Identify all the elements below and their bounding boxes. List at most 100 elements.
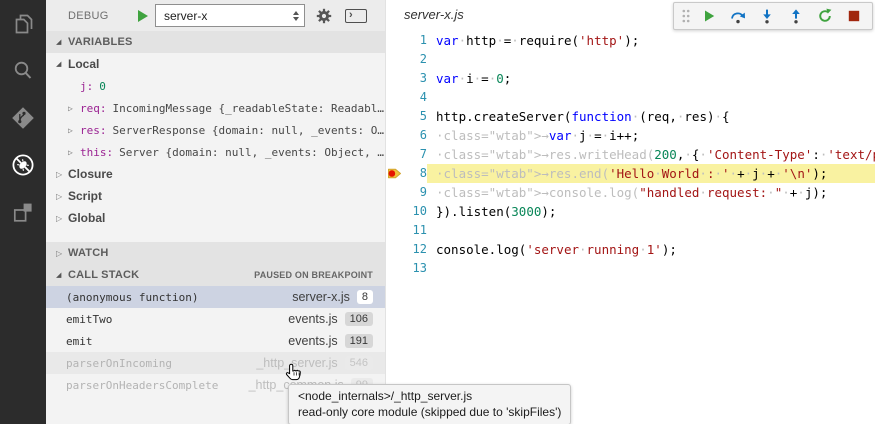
line-number: 7 <box>403 145 427 164</box>
extensions-icon[interactable] <box>0 188 46 235</box>
scope-global[interactable]: ▷ Global <box>46 207 385 229</box>
breakpoint-gutter[interactable] <box>386 31 403 50</box>
stack-frame-row[interactable]: emitTwo events.js 106 <box>46 308 385 330</box>
frame-line-badge: 546 <box>345 356 373 370</box>
twistie-collapsed-icon: ▷ <box>56 170 68 179</box>
frame-file: server-x.js <box>292 290 350 304</box>
call-stack-section-header[interactable]: ◢ CALL STACK PAUSED ON BREAKPOINT <box>46 264 385 286</box>
code-text: ·class="wtab">→var·j·=·i++; <box>427 126 875 145</box>
editor-tab-title[interactable]: server-x.js <box>404 7 464 22</box>
code-line[interactable]: 12console.log('server·running·1'); <box>386 240 875 259</box>
toolbar-drag-handle-icon[interactable] <box>678 8 694 24</box>
twistie-collapsed-icon: ▷ <box>68 126 80 135</box>
start-debug-button[interactable] <box>138 10 148 22</box>
explorer-icon[interactable] <box>0 0 46 47</box>
code-text <box>427 221 875 240</box>
debug-console-icon[interactable]: › <box>345 9 367 23</box>
frame-line-badge: 8 <box>357 290 373 304</box>
debug-sidebar-header: DEBUG server-x <box>46 0 385 31</box>
breakpoint-gutter[interactable] <box>386 183 403 202</box>
debug-toolbar <box>673 2 873 30</box>
code-line[interactable]: 2 <box>386 50 875 69</box>
code-text: }).listen(3000); <box>427 202 875 221</box>
step-over-icon[interactable] <box>723 4 752 28</box>
watch-section-header[interactable]: ▷ WATCH <box>46 242 385 264</box>
scope-script[interactable]: ▷ Script <box>46 185 385 207</box>
variable-value: IncomingMessage {_readableState: Readabl… <box>113 102 385 115</box>
search-icon[interactable] <box>0 47 46 94</box>
vscode-debug-window: DEBUG server-x <box>0 0 875 424</box>
variable-row[interactable]: ▷ this: Server {domain: null, _events: O… <box>46 141 385 163</box>
line-number: 13 <box>403 259 427 278</box>
breakpoint-gutter[interactable] <box>386 107 403 126</box>
sidebar-title: DEBUG <box>68 10 109 22</box>
variable-row[interactable]: ▷ req: IncomingMessage {_readableState: … <box>46 97 385 119</box>
stack-frame-row[interactable]: (anonymous function) server-x.js 8 <box>46 286 385 308</box>
variable-name: this: <box>80 146 113 159</box>
variable-row[interactable]: ▷ res: ServerResponse {domain: null, _ev… <box>46 119 385 141</box>
code-line[interactable]: 1var·http·=·require('http'); <box>386 31 875 50</box>
breakpoint-gutter[interactable] <box>386 240 403 259</box>
code-line[interactable]: 6·class="wtab">→var·j·=·i++; <box>386 126 875 145</box>
watch-section-title: WATCH <box>68 247 109 259</box>
launch-config-select[interactable]: server-x <box>155 4 305 27</box>
breakpoint-gutter[interactable] <box>386 69 403 88</box>
step-into-icon[interactable] <box>752 4 781 28</box>
breakpoint-gutter[interactable] <box>386 259 403 278</box>
code-line[interactable]: 3var·i·=·0; <box>386 69 875 88</box>
line-number: 9 <box>403 183 427 202</box>
line-number: 4 <box>403 88 427 107</box>
twistie-collapsed-icon: ▷ <box>56 214 68 223</box>
editor-pane: server-x.js 1var·http·=·require('http');… <box>385 0 875 424</box>
variables-section-title: VARIABLES <box>68 36 133 48</box>
code-line[interactable]: 5http.createServer(function·(req,·res)·{ <box>386 107 875 126</box>
code-area: 1var·http·=·require('http');23var·i·=·0;… <box>386 31 875 278</box>
stack-frame-row[interactable]: parserOnIncoming _http_server.js 546 <box>46 352 385 374</box>
code-line[interactable]: 9·class="wtab">→console.log("handled·req… <box>386 183 875 202</box>
stop-icon[interactable] <box>839 4 868 28</box>
line-number: 10 <box>403 202 427 221</box>
line-number: 3 <box>403 69 427 88</box>
code-text: ·class="wtab">→console.log("handled·requ… <box>427 183 875 202</box>
frame-function: emit <box>66 335 280 348</box>
breakpoint-gutter[interactable] <box>386 145 403 164</box>
frame-function: parserOnHeadersComplete <box>66 379 241 392</box>
scope-closure[interactable]: ▷ Closure <box>46 163 385 185</box>
scope-label: Local <box>68 57 99 71</box>
breakpoint-gutter[interactable] <box>386 202 403 221</box>
breakpoint-gutter[interactable] <box>386 221 403 240</box>
step-out-icon[interactable] <box>781 4 810 28</box>
source-control-icon[interactable] <box>0 94 46 141</box>
code-line[interactable]: 13 <box>386 259 875 278</box>
twistie-expanded-icon: ◢ <box>56 60 68 68</box>
variables-section-header[interactable]: ◢ VARIABLES <box>46 31 385 53</box>
breakpoint-gutter[interactable] <box>386 88 403 107</box>
scope-local[interactable]: ◢ Local <box>46 53 385 75</box>
frame-file: events.js <box>288 312 337 326</box>
code-line[interactable]: 11 <box>386 221 875 240</box>
frame-file: _http_server.js <box>256 356 337 370</box>
breakpoint-gutter[interactable] <box>386 126 403 145</box>
configure-gear-icon[interactable] <box>316 8 332 24</box>
twistie-collapsed-icon: ▷ <box>56 192 68 201</box>
line-number: 8 <box>403 164 427 183</box>
restart-icon[interactable] <box>810 4 839 28</box>
variable-row[interactable]: j: 0 <box>46 75 385 97</box>
debug-icon[interactable] <box>0 141 46 188</box>
code-line[interactable]: 7·class="wtab">→res.writeHead(200,·{·'Co… <box>386 145 875 164</box>
twistie-collapsed-icon: ▷ <box>68 148 80 157</box>
code-text: var·http·=·require('http'); <box>427 31 875 50</box>
breakpoint-current-line-icon[interactable] <box>386 164 403 183</box>
line-number: 2 <box>403 50 427 69</box>
activity-bar <box>0 0 46 424</box>
code-line[interactable]: 4 <box>386 88 875 107</box>
code-text: http.createServer(function·(req,·res)·{ <box>427 107 875 126</box>
twistie-collapsed-icon: ▷ <box>68 104 80 113</box>
pane-spacer <box>46 229 385 242</box>
launch-config-value: server-x <box>156 9 207 23</box>
breakpoint-gutter[interactable] <box>386 50 403 69</box>
code-line[interactable]: 8·class="wtab">→res.end('Hello·World·:·'… <box>386 164 875 183</box>
stack-frame-row[interactable]: emit events.js 191 <box>46 330 385 352</box>
code-line[interactable]: 10}).listen(3000); <box>386 202 875 221</box>
continue-icon[interactable] <box>694 4 723 28</box>
